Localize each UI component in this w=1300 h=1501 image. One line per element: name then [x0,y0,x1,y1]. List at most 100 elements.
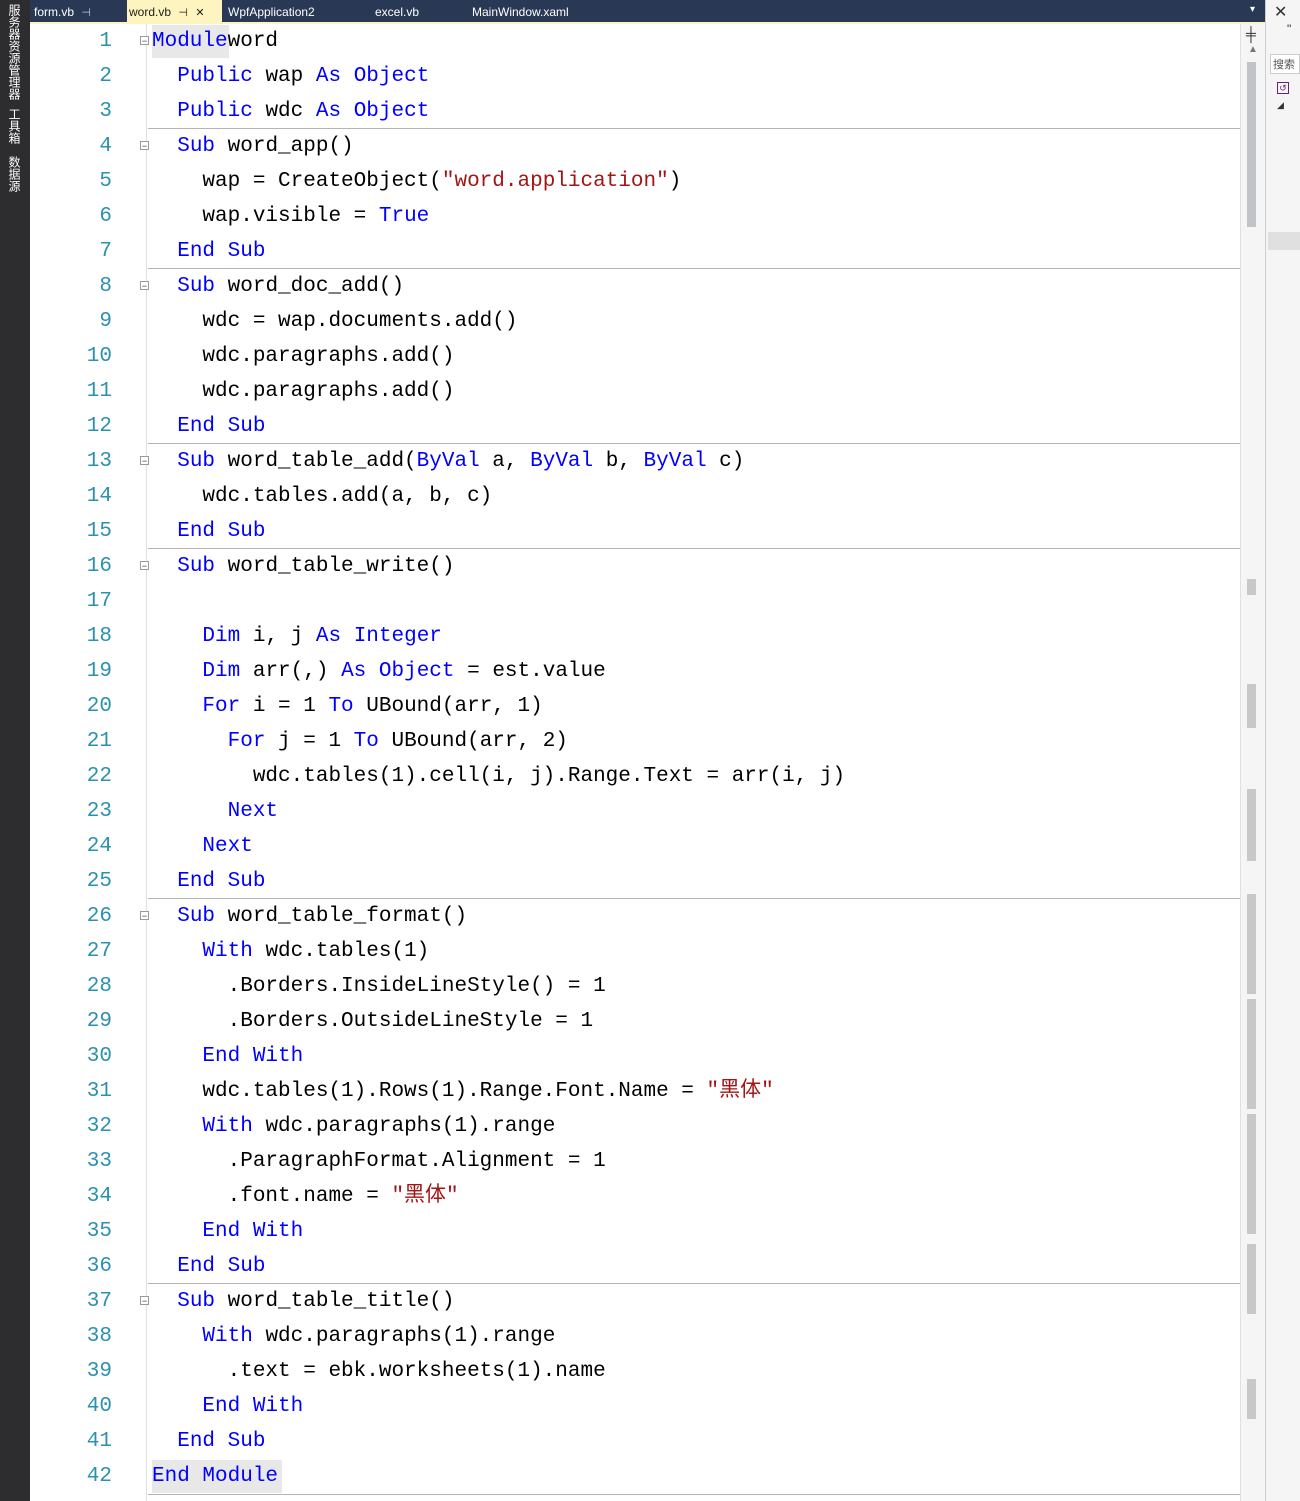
code-line[interactable]: 33 .ParagraphFormat.Alignment = 1 [30,1144,1240,1179]
code-line[interactable]: 18 Dim i, j As Integer [30,619,1240,654]
keyword-token: True [378,205,430,228]
close-icon[interactable]: ✕ [1274,2,1287,22]
pin-icon[interactable]: ⊣ [81,1,91,25]
code-token: word_app() [215,135,354,158]
code-line[interactable]: 1 − Moduleword [30,24,1240,59]
code-line[interactable]: 15 End Sub [30,514,1240,549]
line-number: 37 [86,1290,112,1313]
code-line[interactable]: 12 End Sub [30,409,1240,444]
code-token: wap.visible = [202,205,379,228]
code-text: For j = 1 To UBound(arr, 2) [152,724,568,759]
code-line[interactable]: 28 .Borders.InsideLineStyle() = 1 [30,969,1240,1004]
code-line[interactable]: 34 .font.name = "黑体" [30,1179,1240,1214]
scrollbar-thumb[interactable] [1247,62,1256,227]
code-line[interactable]: 7 End Sub [30,234,1240,269]
code-line[interactable]: 3 Public wdc As Object [30,94,1240,129]
code-line[interactable]: 29 .Borders.OutsideLineStyle = 1 [30,1004,1240,1039]
vertical-scrollbar[interactable]: ╪ ▲ [1240,24,1265,1501]
code-line[interactable]: 10 wdc.paragraphs.add() [30,339,1240,374]
code-line[interactable]: 17 [30,584,1240,619]
code-text: wap.visible = True [152,199,429,234]
scroll-marker [1247,789,1256,861]
collapse-icon[interactable]: − [140,36,149,46]
code-line[interactable]: 13− Sub word_table_add(ByVal a, ByVal b,… [30,444,1240,479]
code-line[interactable]: 38 With wdc.paragraphs(1).range [30,1319,1240,1354]
tool-window-strip: 服务器资源管理器 工具箱 数据源 [0,0,30,1501]
code-line[interactable]: 25 End Sub [30,864,1240,899]
collapse-icon[interactable]: − [140,911,149,921]
code-text: End With [152,1214,303,1249]
tab-mainwindow-xaml[interactable]: MainWindow.xaml [472,0,569,22]
code-line[interactable]: 16 − Sub word_table_write() [30,549,1240,584]
code-line[interactable]: 37 − Sub word_table_title() [30,1284,1240,1319]
code-line[interactable]: 9 wdc = wap.documents.add() [30,304,1240,339]
code-text: Next [152,829,252,864]
tab-word-vb[interactable]: word.vb ⊣ ✕ [127,0,222,22]
code-line[interactable]: 23 Next [30,794,1240,829]
keyword-token: For [202,695,241,718]
code-line[interactable]: 42 End Module [30,1459,1240,1494]
code-line[interactable]: 5 wap = CreateObject("word.application") [30,164,1240,199]
code-text: With wdc.paragraphs(1).range [152,1319,555,1354]
code-line[interactable]: 21 For j = 1 To UBound(arr, 2) [30,724,1240,759]
code-line[interactable]: 39 .text = ebk.worksheets(1).name [30,1354,1240,1389]
tab-wpfapplication2[interactable]: WpfApplication2 [228,0,315,22]
tab-label: excel.vb [375,5,420,19]
code-editor[interactable]: 1− Moduleword 2 Public wap As Object 3 Publ… [30,24,1265,1501]
code-line[interactable]: 24 Next [30,829,1240,864]
code-line[interactable]: 22 wdc.tables(1).cell(i, j).Range.Text =… [30,759,1240,794]
collapse-icon[interactable]: − [140,561,149,571]
code-line[interactable]: 31 wdc.tables(1).Rows(1).Range.Font.Name… [30,1074,1240,1109]
code-line[interactable]: 32 With wdc.paragraphs(1).range [30,1109,1240,1144]
collapse-icon[interactable]: − [140,141,149,151]
code-line[interactable]: 27 With wdc.tables(1) [30,934,1240,969]
code-line[interactable]: 40 End With [30,1389,1240,1424]
line-number: 13 [86,450,112,473]
code-line[interactable]: 30 End With [30,1039,1240,1074]
expand-icon[interactable]: ◢ [1277,100,1284,111]
server-explorer-tab[interactable]: 服务器资源管理器 [5,4,23,100]
line-number: 10 [86,345,112,368]
code-line[interactable]: 11 wdc.paragraphs.add() [30,374,1240,409]
collapse-icon[interactable]: − [140,1296,149,1306]
collapse-icon[interactable]: − [140,456,149,466]
code-line[interactable]: 4 − Sub word_app() [30,129,1240,164]
code-text: End Sub [152,1424,265,1459]
search-input[interactable]: 搜索 [1270,54,1300,74]
code-line[interactable]: 2 Public wap As Object [30,59,1240,94]
code-line[interactable]: 14 wdc.tables.add(a, b, c) [30,479,1240,514]
code-line[interactable]: 20 For i = 1 To UBound(arr, 1) [30,689,1240,724]
code-token: b, [593,450,644,473]
code-text: wdc.tables(1).cell(i, j).Range.Text = ar… [152,759,845,794]
collapse-icon[interactable]: − [140,281,149,291]
code-line[interactable]: 35 End With [30,1214,1240,1249]
tab-excel-vb[interactable]: excel.vb [375,0,419,22]
code-line[interactable]: 8 − Sub word_doc_add() [30,269,1240,304]
code-line[interactable]: 41 End Sub [30,1424,1240,1459]
split-icon[interactable]: ╪ [1246,26,1256,42]
code-token: .Borders.OutsideLineStyle = 1 [227,1010,594,1033]
refresh-icon[interactable]: ↺ [1277,82,1289,94]
code-line[interactable]: 19 Dim arr(,) As Object = est.value [30,654,1240,689]
close-icon[interactable]: ✕ [195,1,204,25]
more-icon[interactable]: " [1287,22,1291,36]
code-line[interactable]: 26 − Sub word_table_format() [30,899,1240,934]
chevron-down-icon[interactable]: ▾ [1250,4,1255,15]
code-line[interactable]: 6 wap.visible = True [30,199,1240,234]
toolbox-tab[interactable]: 工具箱 [5,108,23,144]
data-sources-tab[interactable]: 数据源 [5,156,23,192]
code-line[interactable]: 36 End Sub [30,1249,1240,1284]
tab-label: WpfApplication2 [228,5,315,19]
tab-form-vb[interactable]: form.vb ⊣ [34,0,91,22]
scroll-up-icon[interactable]: ▲ [1248,44,1258,55]
code-token: word_table_add( [215,450,417,473]
keyword-token: As [315,100,342,123]
pin-icon[interactable]: ⊣ [178,1,188,25]
line-number: 15 [86,520,112,543]
